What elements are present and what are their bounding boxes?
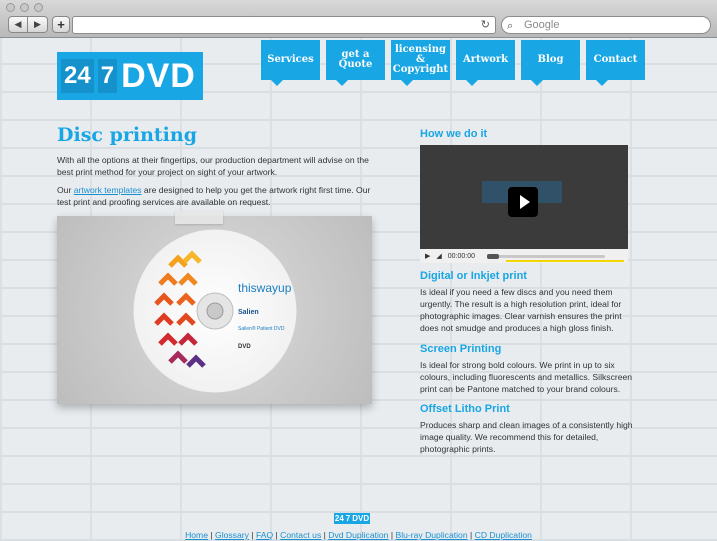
nav-contact[interactable]: Contact (586, 40, 645, 86)
footer-sep: | (323, 530, 326, 540)
browser-toolbar: ◀ ▶ + ↻ ⌕ Google (0, 0, 717, 38)
footer-sep: | (275, 530, 278, 540)
footer-sep: | (390, 530, 394, 540)
footer-logo-b: 7 (345, 514, 351, 523)
section-screen: Screen Printing Is ideal for strong bold… (420, 343, 642, 395)
footer-link-bluray[interactable]: Blu-ray Duplication (395, 530, 467, 540)
page-body: 24 7 DVD Services get a Quote licensing … (0, 38, 717, 541)
tape-decoration (175, 210, 223, 224)
footer-links: Home | Glossary | FAQ | Contact us | Dvd… (0, 530, 717, 540)
nav-get-quote[interactable]: get a Quote (326, 40, 385, 86)
disc-subtitle: Salien® Patient DVD (238, 325, 285, 332)
page-title: Disc printing (57, 124, 197, 146)
close-window-button[interactable] (6, 3, 15, 12)
footer-link-home[interactable]: Home (185, 530, 208, 540)
footer-logo-a: 24 (334, 514, 344, 523)
zoom-window-button[interactable] (34, 3, 43, 12)
nav-artwork[interactable]: Artwork (456, 40, 515, 86)
address-bar[interactable]: ↻ (72, 16, 496, 34)
play-icon[interactable]: ▶ (425, 252, 430, 260)
nav-services[interactable]: Services (261, 40, 320, 86)
search-icon: ⌕ (507, 20, 514, 32)
search-placeholder: Google (524, 19, 560, 31)
disc-dvd-mark: DVD (238, 344, 251, 350)
site-logo[interactable]: 24 7 DVD (57, 52, 203, 100)
section-digital: Digital or Inkjet print Is ideal if you … (420, 270, 642, 334)
disc-image: thiswayup Salien Salien® Patient DVD DVD (132, 228, 298, 394)
section-screen-title: Screen Printing (420, 343, 502, 355)
section-offset-body: Produces sharp and clean images of a con… (420, 420, 633, 454)
logo-24: 24 (61, 59, 94, 93)
main-content: Disc printing With all the options at th… (57, 124, 375, 208)
nav-licensing[interactable]: licensing & Copyright (391, 40, 450, 86)
reload-icon[interactable]: ↻ (481, 18, 490, 31)
templates-paragraph: Our artwork templates are designed to he… (57, 184, 375, 208)
back-button[interactable]: ◀ (8, 16, 28, 33)
play-button[interactable] (508, 187, 538, 217)
footer-link-cd[interactable]: CD Duplication (475, 530, 532, 540)
footer-link-dvd[interactable]: Dvd Duplication (328, 530, 388, 540)
footer-sep: | (251, 530, 254, 540)
video-time: 00:00:00 (447, 252, 476, 260)
templates-pre: Our (57, 185, 74, 195)
minimize-window-button[interactable] (20, 3, 29, 12)
footer-link-contact[interactable]: Contact us (280, 530, 321, 540)
disc-brand: thiswayup (238, 281, 292, 295)
section-digital-body: Is ideal if you need a few discs and you… (420, 287, 622, 333)
back-arrow-icon: ◀ (14, 19, 22, 29)
disc-label: Salien (238, 309, 259, 316)
footer-logo[interactable]: 24 7 DVD (334, 513, 370, 524)
logo-7: 7 (97, 59, 118, 93)
logo-dvd: DVD (121, 56, 196, 95)
section-offset: Offset Litho Print Produces sharp and cl… (420, 403, 642, 455)
intro-paragraph: With all the options at their fingertips… (57, 155, 369, 177)
video-player[interactable]: 00 (420, 145, 628, 263)
buffer-bar (506, 260, 624, 262)
how-we-do-it: How we do it (420, 128, 635, 140)
forward-button[interactable]: ▶ (28, 16, 48, 33)
section-offset-title: Offset Litho Print (420, 403, 510, 415)
artwork-templates-link[interactable]: artwork templates (74, 185, 142, 195)
footer-sep: | (469, 530, 473, 540)
section-digital-title: Digital or Inkjet print (420, 270, 527, 282)
forward-arrow-icon: ▶ (34, 19, 41, 29)
search-input[interactable]: ⌕ Google (501, 16, 711, 34)
footer-link-faq[interactable]: FAQ (256, 530, 273, 540)
footer-link-glossary[interactable]: Glossary (215, 530, 249, 540)
nav-blog[interactable]: Blog (521, 40, 580, 86)
main-navigation: Services get a Quote licensing & Copyrig… (261, 40, 645, 86)
footer-sep: | (210, 530, 213, 540)
add-bookmark-button[interactable]: + (52, 16, 70, 33)
section-screen-body: Is ideal for strong bold colours. We pri… (420, 360, 633, 394)
window-controls (6, 3, 43, 12)
volume-icon[interactable]: ◢ (436, 252, 441, 260)
footer-logo-c: DVD (352, 514, 370, 523)
how-title: How we do it (420, 128, 488, 140)
video-scrubber[interactable] (487, 253, 606, 259)
history-nav: ◀ ▶ (8, 16, 48, 33)
